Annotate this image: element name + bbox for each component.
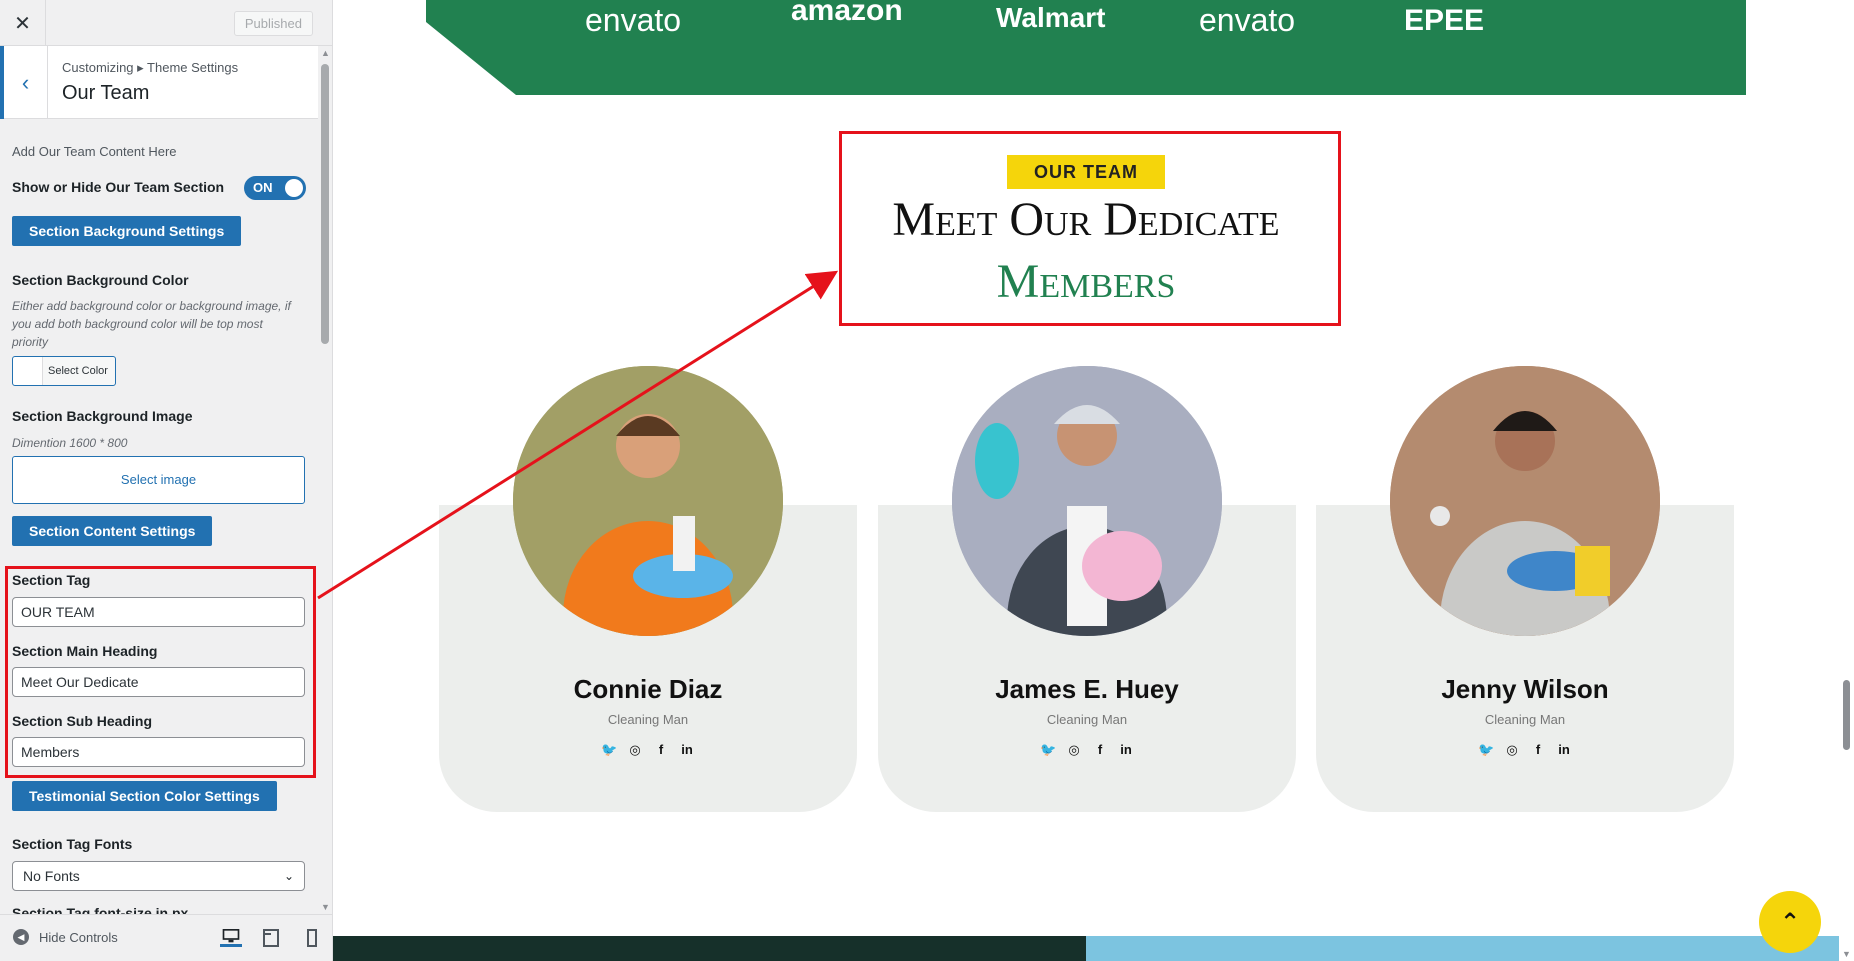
next-section-dark <box>333 936 1086 961</box>
customizer-topbar: ✕ Published <box>0 0 332 46</box>
member-role: Cleaning Man <box>1046 712 1128 727</box>
mobile-preview-icon[interactable] <box>303 929 321 947</box>
close-icon[interactable]: ✕ <box>0 0 46 46</box>
scroll-to-top-button[interactable]: ⌃ <box>1759 891 1821 953</box>
member-name: Connie Diaz <box>573 674 723 704</box>
toggle-knob <box>285 179 303 197</box>
member-role: Cleaning Man <box>1484 712 1566 727</box>
scroll-down-arrow-icon[interactable]: ▼ <box>321 902 330 912</box>
brand-logo-envato: envato <box>585 2 682 38</box>
social-links: 🐦 ◎ f in <box>439 741 857 759</box>
select-color-button[interactable]: Select Color <box>12 356 116 386</box>
tablet-preview-icon[interactable] <box>262 929 280 947</box>
twitter-icon[interactable]: 🐦 <box>1478 741 1494 759</box>
brand-logo-walmart: Walmart <box>996 2 1106 33</box>
next-section-light <box>1086 936 1854 961</box>
social-links: 🐦 ◎ f in <box>1316 741 1734 759</box>
brand-logo-envato-2: envato <box>1199 2 1296 38</box>
color-swatch <box>13 357 43 385</box>
facebook-icon[interactable]: f <box>653 741 669 759</box>
panel-title: Our Team <box>62 82 150 104</box>
customizer-sidebar: ✕ Published ‹ Customizing ▸ Theme Settin… <box>0 0 333 961</box>
collapse-icon: ◀ <box>13 929 29 945</box>
scroll-down-arrow-icon[interactable]: ▼ <box>1842 949 1851 959</box>
linkedin-icon[interactable]: in <box>679 741 695 759</box>
bg-color-label: Section Background Color <box>12 272 189 288</box>
facebook-icon[interactable]: f <box>1092 741 1108 759</box>
chevron-down-icon: ⌄ <box>283 869 294 883</box>
sidebar-scrollbar[interactable]: ▲ ▼ <box>318 46 332 914</box>
site-preview: envato amazon Walmart envato EPEE OUR TE… <box>333 0 1854 961</box>
hide-controls-button[interactable]: ◀ Hide Controls <box>13 929 118 945</box>
select-image-button[interactable]: Select image <box>12 456 305 504</box>
content-settings-button[interactable]: Section Content Settings <box>12 516 213 546</box>
breadcrumb: Customizing ▸ Theme Settings <box>62 60 239 75</box>
brand-logo-epee: EPEE <box>1404 4 1485 37</box>
panel-header: ‹ Customizing ▸ Theme Settings Our Team <box>0 46 318 119</box>
bg-settings-button[interactable]: Section Background Settings <box>12 216 242 246</box>
brand-logo-amazon: amazon <box>791 0 903 27</box>
desktop-preview-icon[interactable] <box>220 929 242 947</box>
instagram-icon[interactable]: ◎ <box>1066 741 1082 759</box>
color-settings-button[interactable]: Testimonial Section Color Settings <box>12 781 277 811</box>
select-color-label: Select Color <box>48 365 108 377</box>
tag-fontsize-label: Section Tag font-size in px <box>12 905 189 914</box>
show-hide-toggle[interactable]: ON <box>244 176 306 200</box>
bg-color-description: Either add background color or backgroun… <box>12 299 291 349</box>
scroll-up-arrow-icon[interactable]: ▲ <box>321 48 330 58</box>
social-links: 🐦 ◎ f in <box>878 741 1296 759</box>
member-photo <box>952 366 1222 636</box>
published-button[interactable]: Published <box>233 11 313 36</box>
section-tag: OUR TEAM <box>1007 155 1165 189</box>
preview-scroll-thumb[interactable] <box>1843 680 1850 750</box>
tag-fonts-select[interactable]: No Fonts ⌄ <box>12 861 305 891</box>
annotation-highlight-box <box>5 566 316 778</box>
preview-scrollbar[interactable]: ▼ <box>1839 0 1854 961</box>
bg-image-label: Section Background Image <box>12 408 193 424</box>
member-photo <box>1390 366 1660 636</box>
member-role: Cleaning Man <box>607 712 689 727</box>
instagram-icon[interactable]: ◎ <box>1504 741 1520 759</box>
bg-image-description: Dimention 1600 * 800 <box>12 436 128 450</box>
instagram-icon[interactable]: ◎ <box>627 741 643 759</box>
sidebar-scroll-thumb[interactable] <box>321 64 329 344</box>
member-name: Jenny Wilson <box>1441 674 1609 704</box>
linkedin-icon[interactable]: in <box>1556 741 1572 759</box>
intro-text: Add Our Team Content Here <box>12 144 177 159</box>
customizer-footer: ◀ Hide Controls <box>0 914 332 961</box>
back-chevron-icon[interactable]: ‹ <box>0 46 48 119</box>
member-name: James E. Huey <box>995 674 1179 704</box>
tag-fonts-value: No Fonts <box>23 868 80 884</box>
twitter-icon[interactable]: 🐦 <box>601 741 617 759</box>
facebook-icon[interactable]: f <box>1530 741 1546 759</box>
tag-fonts-label: Section Tag Fonts <box>12 836 133 852</box>
toggle-state: ON <box>253 180 273 195</box>
twitter-icon[interactable]: 🐦 <box>1040 741 1056 759</box>
member-photo <box>513 366 783 636</box>
hide-controls-label: Hide Controls <box>39 929 118 945</box>
section-main-heading: Meet Our Dedicate <box>892 193 1280 246</box>
show-hide-label: Show or Hide Our Team Section <box>12 179 225 195</box>
section-sub-heading: Members <box>996 255 1176 308</box>
linkedin-icon[interactable]: in <box>1118 741 1134 759</box>
